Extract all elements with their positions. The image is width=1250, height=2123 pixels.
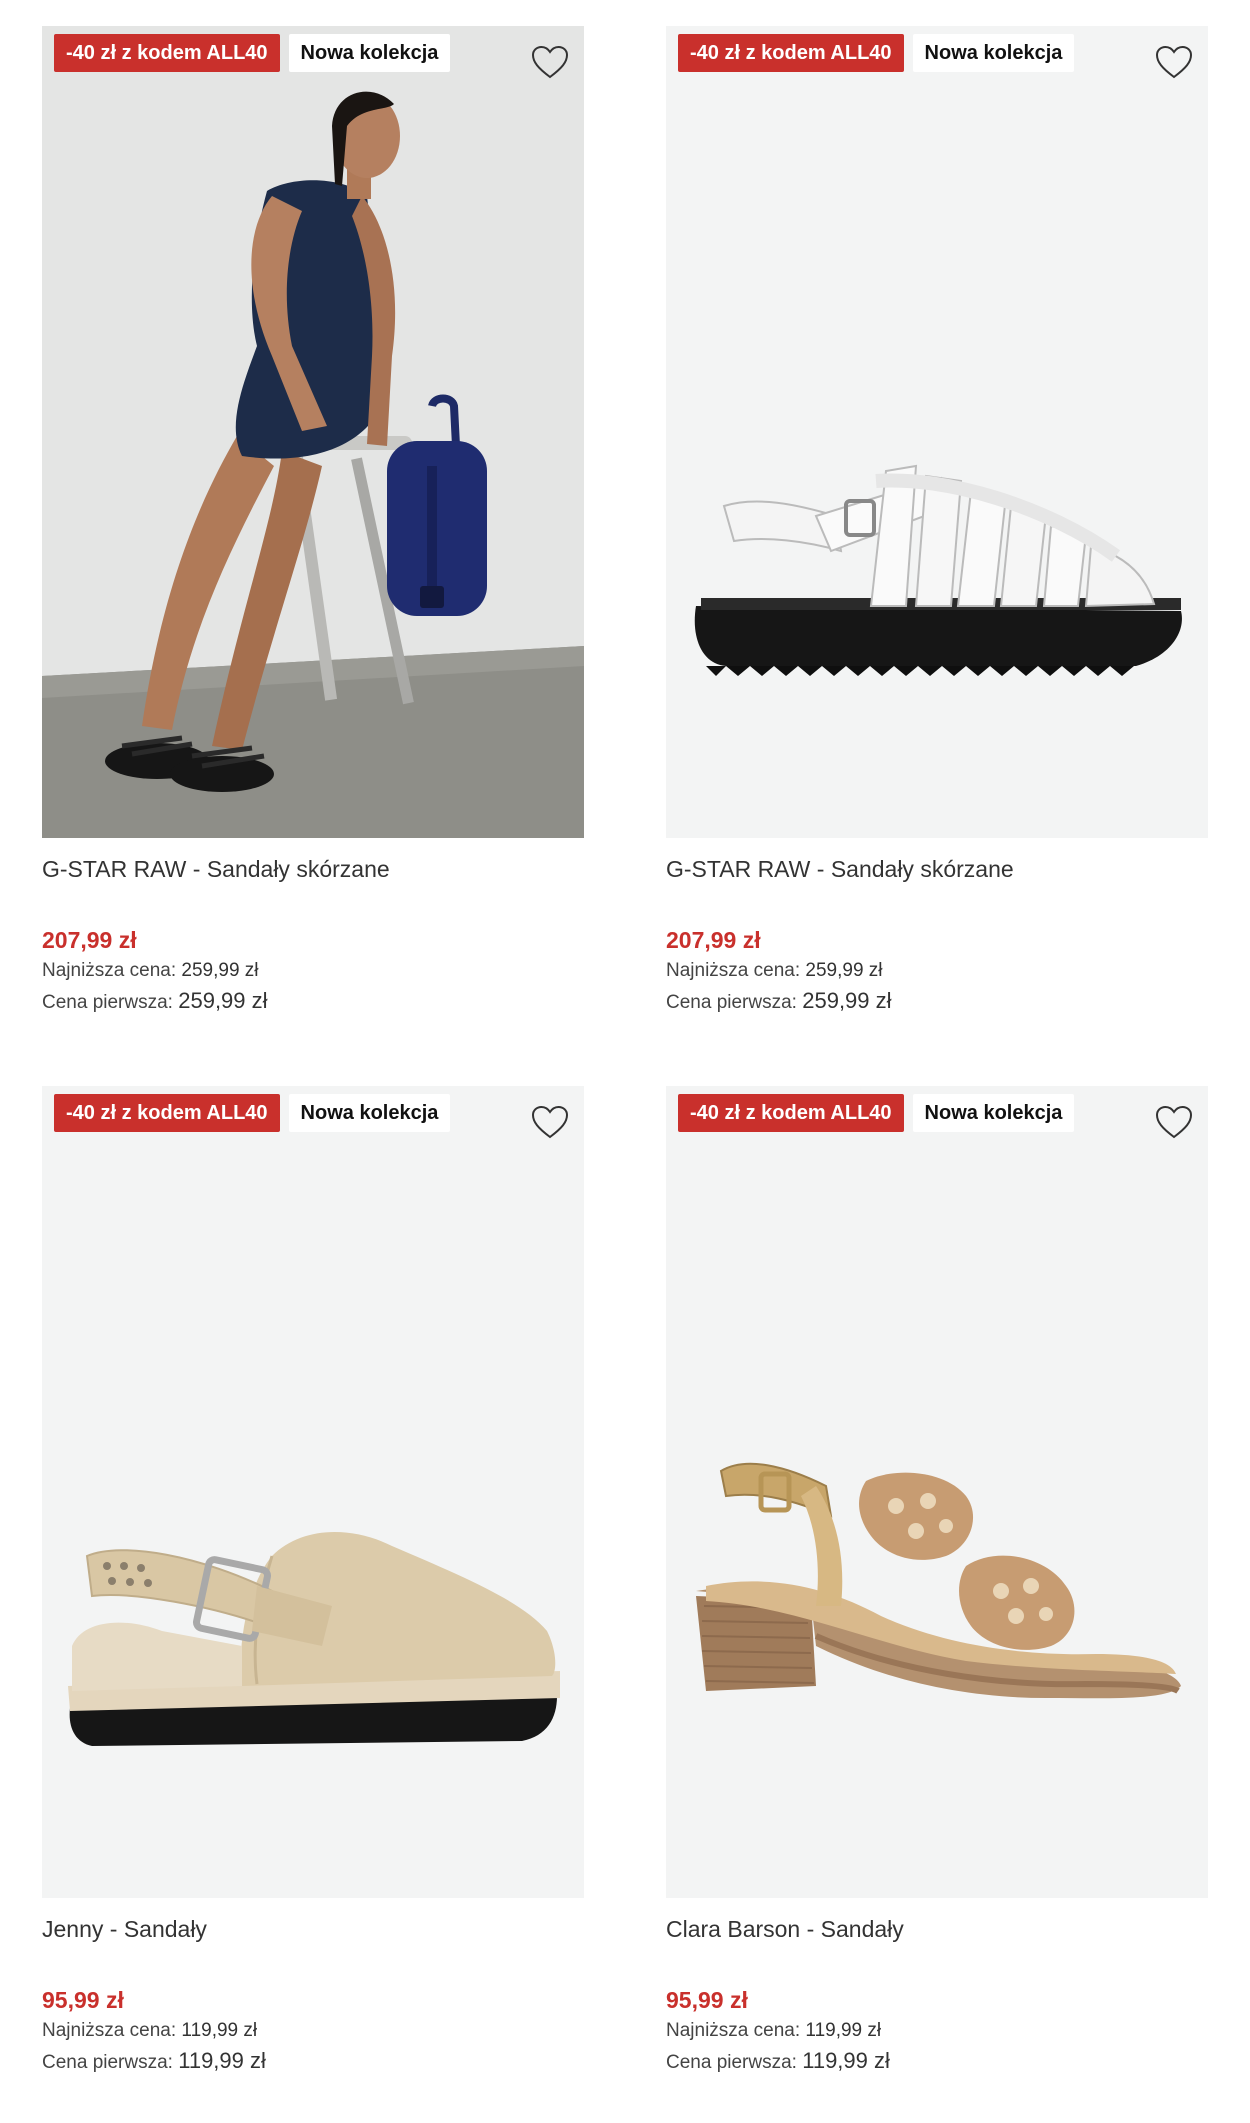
lowest-price-value: 119,99 zł <box>181 2020 258 2041</box>
heart-outline-icon <box>1155 1105 1193 1139</box>
badge-group: -40 zł z kodem ALL40 Nowa kolekcja <box>54 1094 451 1132</box>
product-card[interactable]: -40 zł z kodem ALL40 Nowa kolekcja G-STA… <box>42 26 584 1016</box>
lowest-price-label: Najniższa cena: <box>666 960 801 981</box>
lowest-price-row: Najniższa cena: 259,99 zł <box>42 956 584 986</box>
model-photo <box>42 26 584 838</box>
product-title[interactable]: G-STAR RAW - Sandały skórzane <box>666 852 1208 886</box>
original-price-row: Cena pierwsza: 259,99 zł <box>666 986 1208 1016</box>
new-collection-badge: Nowa kolekcja <box>288 34 451 72</box>
product-card[interactable]: -40 zł z kodem ALL40 Nowa kolekcja G-STA… <box>666 26 1208 1016</box>
sale-price: 95,99 zł <box>42 1987 124 2013</box>
badge-group: -40 zł z kodem ALL40 Nowa kolekcja <box>678 34 1075 72</box>
promo-badge: -40 zł z kodem ALL40 <box>678 1094 904 1132</box>
product-card[interactable]: -40 zł z kodem ALL40 Nowa kolekcja Jenny… <box>42 1086 584 2076</box>
lowest-price-row: Najniższa cena: 259,99 zł <box>666 956 1208 986</box>
original-price-label: Cena pierwsza: <box>666 992 797 1013</box>
wishlist-button[interactable] <box>530 44 570 80</box>
product-grid: -40 zł z kodem ALL40 Nowa kolekcja G-STA… <box>0 0 1250 2123</box>
original-price-value: 259,99 zł <box>802 988 892 1013</box>
original-price-label: Cena pierwsza: <box>42 2052 173 2073</box>
lowest-price-row: Najniższa cena: 119,99 zł <box>666 2016 1208 2046</box>
badge-group: -40 zł z kodem ALL40 Nowa kolekcja <box>678 1094 1075 1132</box>
promo-badge: -40 zł z kodem ALL40 <box>54 1094 280 1132</box>
promo-badge: -40 zł z kodem ALL40 <box>678 34 904 72</box>
heart-outline-icon <box>531 1105 569 1139</box>
lowest-price-value: 259,99 zł <box>181 960 259 981</box>
new-collection-badge: Nowa kolekcja <box>288 1094 451 1132</box>
product-title[interactable]: Clara Barson - Sandały <box>666 1912 1208 1946</box>
lowest-price-value: 119,99 zł <box>805 2020 882 2041</box>
original-price-value: 119,99 zł <box>802 2048 890 2073</box>
new-collection-badge: Nowa kolekcja <box>912 1094 1075 1132</box>
heart-outline-icon <box>531 45 569 79</box>
wishlist-button[interactable] <box>1154 1104 1194 1140</box>
original-price-row: Cena pierwsza: 259,99 zł <box>42 986 584 1016</box>
promo-badge: -40 zł z kodem ALL40 <box>54 34 280 72</box>
product-title[interactable]: Jenny - Sandały <box>42 1912 584 1946</box>
white-fisherman-sandal <box>694 464 1182 676</box>
wishlist-button[interactable] <box>530 1104 570 1140</box>
product-title[interactable]: G-STAR RAW - Sandały skórzane <box>42 852 584 886</box>
badge-group: -40 zł z kodem ALL40 Nowa kolekcja <box>54 34 451 72</box>
lowest-price-label: Najniższa cena: <box>666 2020 801 2041</box>
original-price-row: Cena pierwsza: 119,99 zł <box>666 2046 1208 2076</box>
lowest-price-value: 259,99 zł <box>805 960 883 981</box>
original-price-row: Cena pierwsza: 119,99 zł <box>42 2046 584 2076</box>
wishlist-button[interactable] <box>1154 44 1194 80</box>
sale-price: 95,99 zł <box>666 1987 748 2013</box>
original-price-label: Cena pierwsza: <box>42 992 173 1013</box>
lowest-price-label: Najniższa cena: <box>42 960 177 981</box>
original-price-label: Cena pierwsza: <box>666 2052 797 2073</box>
product-image[interactable]: -40 zł z kodem ALL40 Nowa kolekcja <box>42 26 584 838</box>
beige-clog-sandal <box>68 1532 560 1746</box>
product-image[interactable]: -40 zł z kodem ALL40 Nowa kolekcja <box>666 1086 1208 1898</box>
tan-heeled-sandal <box>696 1462 1181 1699</box>
sale-price: 207,99 zł <box>42 927 137 953</box>
original-price-value: 119,99 zł <box>178 2048 266 2073</box>
product-image[interactable]: -40 zł z kodem ALL40 Nowa kolekcja <box>42 1086 584 1898</box>
heart-outline-icon <box>1155 45 1193 79</box>
sale-price: 207,99 zł <box>666 927 761 953</box>
product-card[interactable]: -40 zł z kodem ALL40 Nowa kolekcja Clara… <box>666 1086 1208 2076</box>
new-collection-badge: Nowa kolekcja <box>912 34 1075 72</box>
lowest-price-label: Najniższa cena: <box>42 2020 177 2041</box>
product-image[interactable]: -40 zł z kodem ALL40 Nowa kolekcja <box>666 26 1208 838</box>
original-price-value: 259,99 zł <box>178 988 268 1013</box>
lowest-price-row: Najniższa cena: 119,99 zł <box>42 2016 584 2046</box>
